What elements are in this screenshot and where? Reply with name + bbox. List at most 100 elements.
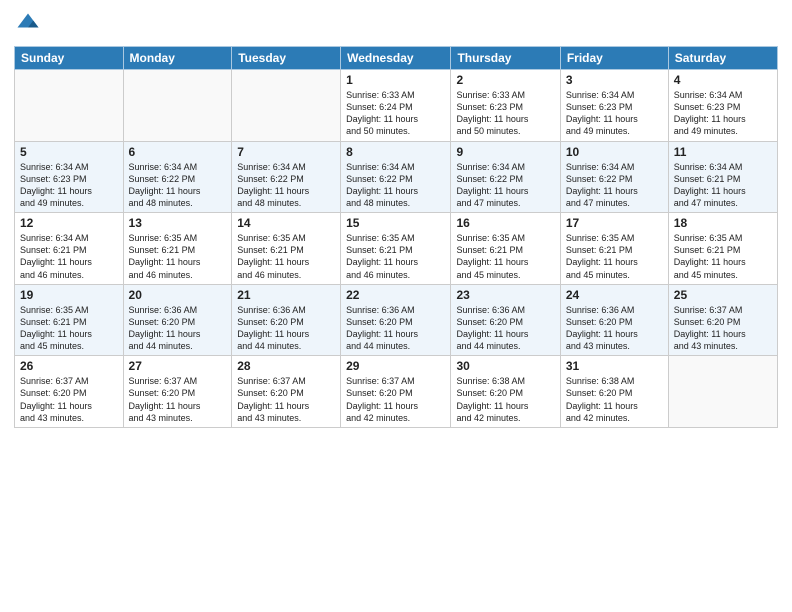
calendar-cell: 17 Sunrise: 6:35 AMSunset: 6:21 PMDayligh… bbox=[560, 213, 668, 285]
day-info: Sunrise: 6:36 AMSunset: 6:20 PMDaylight:… bbox=[237, 304, 335, 353]
day-info: Sunrise: 6:34 AMSunset: 6:22 PMDaylight:… bbox=[456, 161, 554, 210]
day-info: Sunrise: 6:36 AMSunset: 6:20 PMDaylight:… bbox=[566, 304, 663, 353]
day-info: Sunrise: 6:34 AMSunset: 6:23 PMDaylight:… bbox=[566, 89, 663, 138]
day-info: Sunrise: 6:35 AMSunset: 6:21 PMDaylight:… bbox=[346, 232, 445, 281]
day-info: Sunrise: 6:34 AMSunset: 6:21 PMDaylight:… bbox=[20, 232, 118, 281]
day-info: Sunrise: 6:35 AMSunset: 6:21 PMDaylight:… bbox=[20, 304, 118, 353]
calendar-week-row: 1Sunrise: 6:33 AMSunset: 6:24 PMDaylight… bbox=[15, 70, 778, 142]
calendar-cell: 23Sunrise: 6:36 AMSunset: 6:20 PMDayligh… bbox=[451, 284, 560, 356]
day-number: 2 bbox=[456, 73, 554, 87]
day-info: Sunrise: 6:34 AMSunset: 6:21 PMDaylight:… bbox=[674, 161, 772, 210]
calendar-cell: 5Sunrise: 6:34 AMSunset: 6:23 PMDaylight… bbox=[15, 141, 124, 213]
calendar-table: SundayMondayTuesdayWednesdayThursdayFrid… bbox=[14, 46, 778, 428]
day-number: 11 bbox=[674, 145, 772, 159]
day-info: Sunrise: 6:33 AMSunset: 6:24 PMDaylight:… bbox=[346, 89, 445, 138]
day-info: Sunrise: 6:35 AMSunset: 6:21 PMDaylight:… bbox=[456, 232, 554, 281]
calendar-cell: 21 Sunrise: 6:36 AMSunset: 6:20 PMDayligh… bbox=[232, 284, 341, 356]
weekday-header-monday: Monday bbox=[123, 47, 232, 70]
calendar-cell: 6Sunrise: 6:34 AMSunset: 6:22 PMDaylight… bbox=[123, 141, 232, 213]
day-number: 8 bbox=[346, 145, 445, 159]
weekday-header-saturday: Saturday bbox=[668, 47, 777, 70]
day-number: 14 bbox=[237, 216, 335, 230]
day-info: Sunrise: 6:36 AMSunset: 6:20 PMDaylight:… bbox=[129, 304, 227, 353]
day-info: Sunrise: 6:37 AMSunset: 6:20 PMDaylight:… bbox=[346, 375, 445, 424]
page: SundayMondayTuesdayWednesdayThursdayFrid… bbox=[0, 0, 792, 612]
weekday-header-tuesday: Tuesday bbox=[232, 47, 341, 70]
day-number: 3 bbox=[566, 73, 663, 87]
calendar-cell: 4 Sunrise: 6:34 AMSunset: 6:23 PMDaylight… bbox=[668, 70, 777, 142]
day-number: 4 bbox=[674, 73, 772, 87]
calendar-cell: 3 Sunrise: 6:34 AMSunset: 6:23 PMDaylight… bbox=[560, 70, 668, 142]
calendar-cell bbox=[668, 356, 777, 428]
calendar-cell bbox=[123, 70, 232, 142]
day-number: 17 bbox=[566, 216, 663, 230]
calendar-cell: 27 Sunrise: 6:37 AMSunset: 6:20 PMDayligh… bbox=[123, 356, 232, 428]
calendar-cell: 2 Sunrise: 6:33 AMSunset: 6:23 PMDaylight… bbox=[451, 70, 560, 142]
calendar-week-row: 19 Sunrise: 6:35 AMSunset: 6:21 PMDayligh… bbox=[15, 284, 778, 356]
day-info: Sunrise: 6:37 AMSunset: 6:20 PMDaylight:… bbox=[237, 375, 335, 424]
logo bbox=[14, 10, 46, 38]
day-number: 9 bbox=[456, 145, 554, 159]
calendar-cell: 18 Sunrise: 6:35 AMSunset: 6:21 PMDayligh… bbox=[668, 213, 777, 285]
day-number: 25 bbox=[674, 288, 772, 302]
calendar-cell: 12Sunrise: 6:34 AMSunset: 6:21 PMDayligh… bbox=[15, 213, 124, 285]
day-info: Sunrise: 6:33 AMSunset: 6:23 PMDaylight:… bbox=[456, 89, 554, 138]
day-info: Sunrise: 6:37 AMSunset: 6:20 PMDaylight:… bbox=[129, 375, 227, 424]
weekday-header-sunday: Sunday bbox=[15, 47, 124, 70]
calendar-cell: 26 Sunrise: 6:37 AMSunset: 6:20 PMDayligh… bbox=[15, 356, 124, 428]
calendar-cell: 22Sunrise: 6:36 AMSunset: 6:20 PMDayligh… bbox=[341, 284, 451, 356]
calendar-cell: 28 Sunrise: 6:37 AMSunset: 6:20 PMDayligh… bbox=[232, 356, 341, 428]
day-info: Sunrise: 6:37 AMSunset: 6:20 PMDaylight:… bbox=[674, 304, 772, 353]
day-info: Sunrise: 6:34 AMSunset: 6:22 PMDaylight:… bbox=[129, 161, 227, 210]
day-info: Sunrise: 6:36 AMSunset: 6:20 PMDaylight:… bbox=[456, 304, 554, 353]
day-number: 24 bbox=[566, 288, 663, 302]
day-info: Sunrise: 6:35 AMSunset: 6:21 PMDaylight:… bbox=[237, 232, 335, 281]
calendar-cell: 20 Sunrise: 6:36 AMSunset: 6:20 PMDayligh… bbox=[123, 284, 232, 356]
day-info: Sunrise: 6:35 AMSunset: 6:21 PMDaylight:… bbox=[129, 232, 227, 281]
day-info: Sunrise: 6:34 AMSunset: 6:22 PMDaylight:… bbox=[566, 161, 663, 210]
day-info: Sunrise: 6:37 AMSunset: 6:20 PMDaylight:… bbox=[20, 375, 118, 424]
day-number: 31 bbox=[566, 359, 663, 373]
calendar-cell: 9 Sunrise: 6:34 AMSunset: 6:22 PMDaylight… bbox=[451, 141, 560, 213]
day-number: 16 bbox=[456, 216, 554, 230]
calendar-week-row: 5Sunrise: 6:34 AMSunset: 6:23 PMDaylight… bbox=[15, 141, 778, 213]
calendar-cell: 25 Sunrise: 6:37 AMSunset: 6:20 PMDayligh… bbox=[668, 284, 777, 356]
day-info: Sunrise: 6:38 AMSunset: 6:20 PMDaylight:… bbox=[456, 375, 554, 424]
day-info: Sunrise: 6:35 AMSunset: 6:21 PMDaylight:… bbox=[566, 232, 663, 281]
day-info: Sunrise: 6:38 AMSunset: 6:20 PMDaylight:… bbox=[566, 375, 663, 424]
day-number: 30 bbox=[456, 359, 554, 373]
day-number: 15 bbox=[346, 216, 445, 230]
day-number: 22 bbox=[346, 288, 445, 302]
day-number: 28 bbox=[237, 359, 335, 373]
calendar-cell: 7Sunrise: 6:34 AMSunset: 6:22 PMDaylight… bbox=[232, 141, 341, 213]
calendar-cell: 15 Sunrise: 6:35 AMSunset: 6:21 PMDayligh… bbox=[341, 213, 451, 285]
calendar-cell: 14 Sunrise: 6:35 AMSunset: 6:21 PMDayligh… bbox=[232, 213, 341, 285]
logo-icon bbox=[14, 10, 42, 38]
weekday-header-friday: Friday bbox=[560, 47, 668, 70]
calendar-cell: 19 Sunrise: 6:35 AMSunset: 6:21 PMDayligh… bbox=[15, 284, 124, 356]
weekday-header-thursday: Thursday bbox=[451, 47, 560, 70]
day-info: Sunrise: 6:34 AMSunset: 6:22 PMDaylight:… bbox=[346, 161, 445, 210]
calendar-header-row: SundayMondayTuesdayWednesdayThursdayFrid… bbox=[15, 47, 778, 70]
day-number: 5 bbox=[20, 145, 118, 159]
calendar-cell bbox=[232, 70, 341, 142]
day-number: 18 bbox=[674, 216, 772, 230]
day-number: 20 bbox=[129, 288, 227, 302]
day-number: 7 bbox=[237, 145, 335, 159]
calendar-cell: 24 Sunrise: 6:36 AMSunset: 6:20 PMDayligh… bbox=[560, 284, 668, 356]
day-number: 19 bbox=[20, 288, 118, 302]
day-number: 27 bbox=[129, 359, 227, 373]
day-number: 10 bbox=[566, 145, 663, 159]
day-info: Sunrise: 6:35 AMSunset: 6:21 PMDaylight:… bbox=[674, 232, 772, 281]
calendar-week-row: 26 Sunrise: 6:37 AMSunset: 6:20 PMDayligh… bbox=[15, 356, 778, 428]
calendar-cell: 8 Sunrise: 6:34 AMSunset: 6:22 PMDaylight… bbox=[341, 141, 451, 213]
calendar-week-row: 12Sunrise: 6:34 AMSunset: 6:21 PMDayligh… bbox=[15, 213, 778, 285]
calendar-cell: 16 Sunrise: 6:35 AMSunset: 6:21 PMDayligh… bbox=[451, 213, 560, 285]
day-info: Sunrise: 6:34 AMSunset: 6:23 PMDaylight:… bbox=[674, 89, 772, 138]
day-number: 21 bbox=[237, 288, 335, 302]
calendar-cell: 29Sunrise: 6:37 AMSunset: 6:20 PMDayligh… bbox=[341, 356, 451, 428]
calendar-cell: 31 Sunrise: 6:38 AMSunset: 6:20 PMDayligh… bbox=[560, 356, 668, 428]
day-number: 26 bbox=[20, 359, 118, 373]
header bbox=[14, 10, 778, 38]
day-number: 13 bbox=[129, 216, 227, 230]
